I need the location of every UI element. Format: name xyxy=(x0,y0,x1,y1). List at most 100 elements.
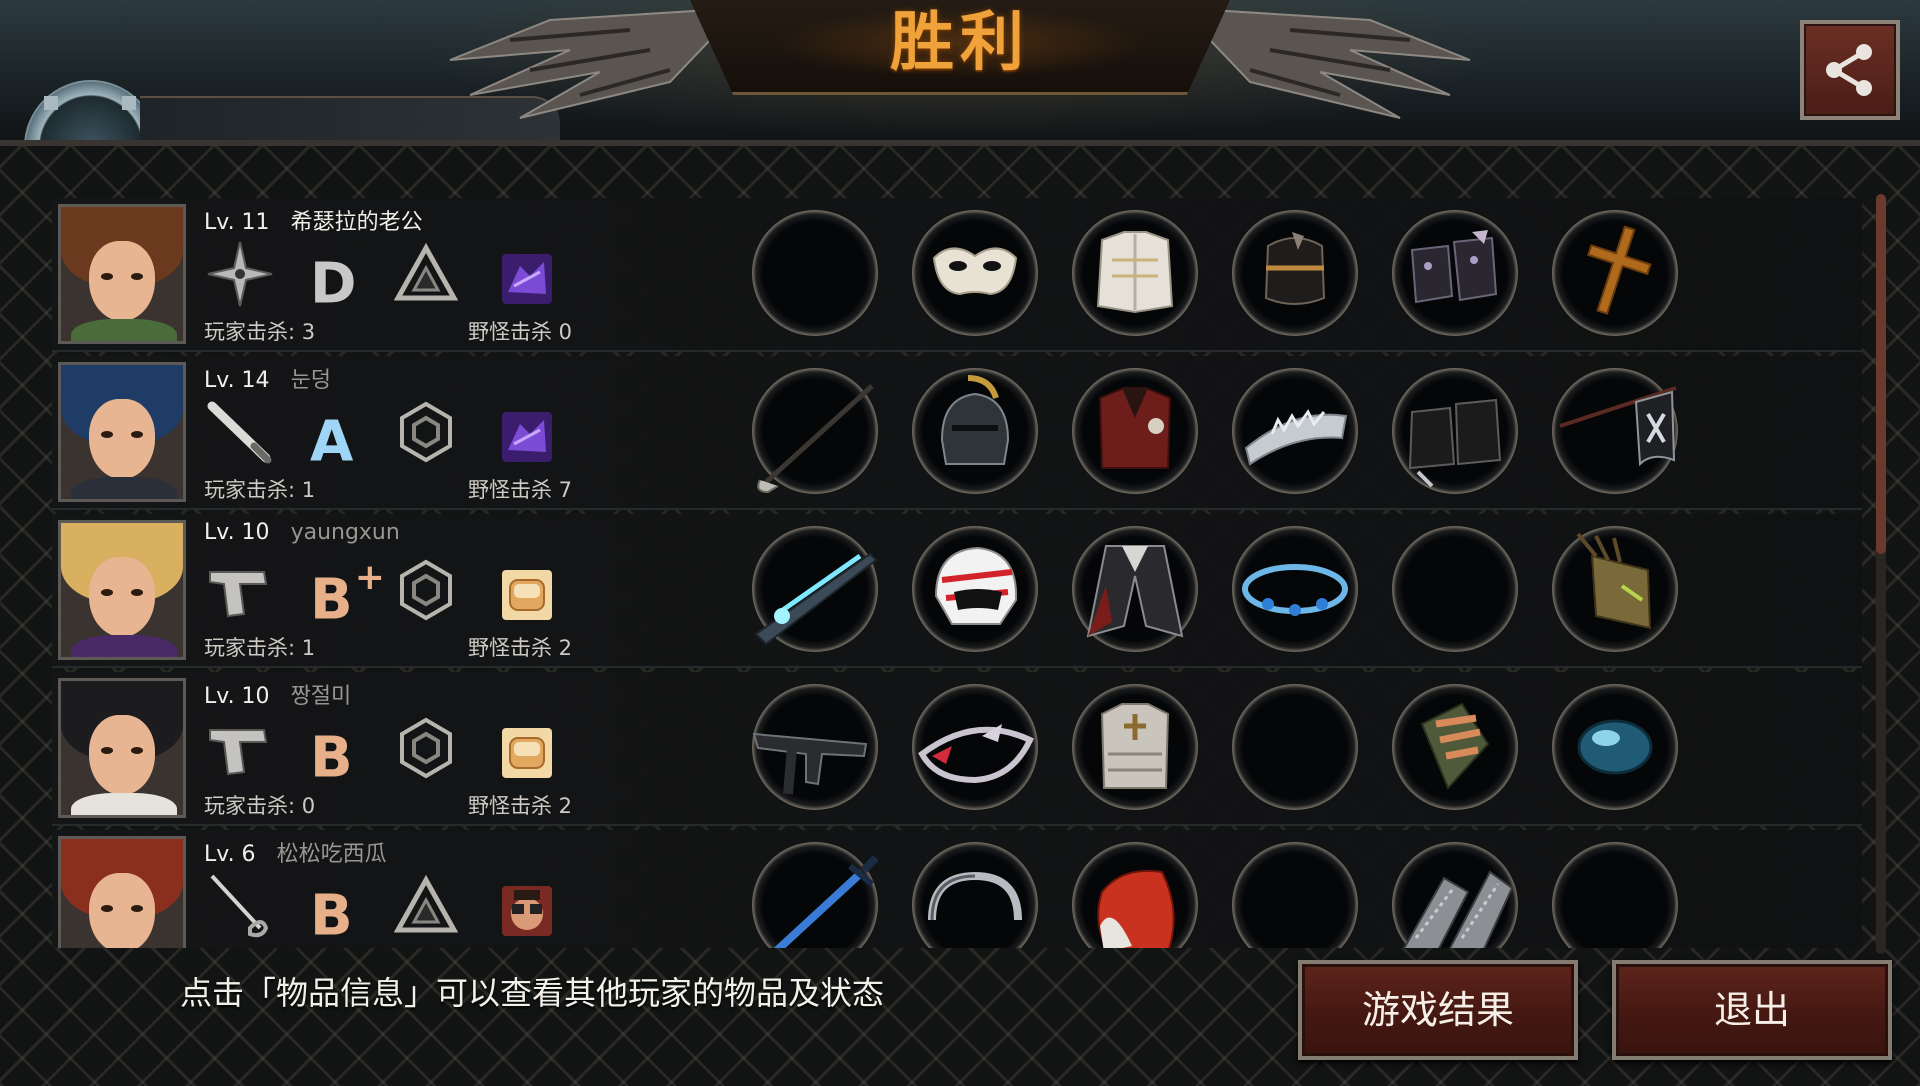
grade-letter: B xyxy=(310,725,353,791)
player-portrait[interactable] xyxy=(58,836,186,948)
player-header: Lv. 10 yaungxun xyxy=(204,520,400,545)
equipment-slot[interactable] xyxy=(1392,210,1518,336)
equipment-slot[interactable] xyxy=(1232,368,1358,494)
player-header: Lv. 10 짱절미 xyxy=(204,678,351,710)
share-button[interactable] xyxy=(1800,20,1900,120)
player-portrait[interactable] xyxy=(58,678,186,818)
equipment-slot[interactable] xyxy=(752,526,878,652)
black-flag-icon xyxy=(1559,386,1677,467)
equipment-slot[interactable] xyxy=(1232,526,1358,652)
equipment-slot[interactable] xyxy=(1392,842,1518,948)
player-kills: 玩家击杀: 3 xyxy=(204,320,316,344)
arrow-quiver-icon xyxy=(1576,532,1652,630)
equipment-slot[interactable] xyxy=(752,368,878,494)
player-grade: D xyxy=(310,240,358,317)
player-name: 希瑟拉的老公 xyxy=(290,210,423,235)
player-level: Lv. 14 xyxy=(204,368,270,393)
player-portrait[interactable] xyxy=(58,520,186,660)
equipment-slot[interactable] xyxy=(1552,210,1678,336)
portrait-face xyxy=(89,399,155,479)
player-level: Lv. 10 xyxy=(204,684,270,709)
portrait-eye xyxy=(131,589,143,596)
studded-boots-icon xyxy=(1410,230,1498,304)
player-header: Lv. 14 눈덩 xyxy=(204,362,331,394)
purple-beast-icon xyxy=(500,252,554,306)
portrait-face xyxy=(89,241,155,321)
portrait-eye xyxy=(101,905,113,912)
equipment-slot[interactable] xyxy=(752,842,878,948)
equipment-slot[interactable] xyxy=(1552,684,1678,810)
player-grade: A xyxy=(310,398,355,475)
exit-button[interactable]: 退出 xyxy=(1612,960,1892,1060)
portrait-eye xyxy=(101,431,113,438)
monster-kills: 野怪击杀 0 xyxy=(468,320,573,344)
equipment-slot[interactable] xyxy=(1552,368,1678,494)
player-level: Lv. 6 xyxy=(204,842,256,867)
equipment-slot[interactable] xyxy=(912,526,1038,652)
equipment-slot[interactable] xyxy=(1072,842,1198,948)
rapier-icon xyxy=(204,870,276,942)
equipment-slot[interactable] xyxy=(1392,684,1518,810)
equipment-slot[interactable] xyxy=(1552,842,1678,948)
equipment-slot[interactable] xyxy=(912,368,1038,494)
grade-letter: A xyxy=(310,409,354,475)
triangle-icon xyxy=(393,242,459,306)
player-kills: 玩家击杀: 0 xyxy=(204,794,316,818)
player-row-3[interactable]: Lv. 10 yaungxun B+ 玩家击杀: 1 野怪击杀 2 128 13… xyxy=(52,514,1862,668)
equipment-slot[interactable] xyxy=(752,210,878,336)
equipment-slot[interactable] xyxy=(1232,210,1358,336)
long-coat-icon xyxy=(1086,545,1184,638)
red-armor-icon xyxy=(1098,387,1172,469)
results-panel: Lv. 11 希瑟拉的老公 D 玩家击杀: 3 野怪击杀 0 21 152 xyxy=(0,140,1920,1086)
player-portrait[interactable] xyxy=(58,362,186,502)
equipment-slot[interactable] xyxy=(1552,526,1678,652)
equipment-slot[interactable] xyxy=(912,684,1038,810)
portrait-eye xyxy=(131,747,143,754)
portrait-face xyxy=(89,873,155,948)
player-row-2[interactable]: Lv. 14 눈덩 A 玩家击杀: 1 野怪击杀 7 156 223 xyxy=(52,356,1862,510)
portrait-eye xyxy=(101,747,113,754)
player-row-5[interactable]: Lv. 6 松松吃西瓜 B 99 54 xyxy=(52,830,1862,948)
share-icon xyxy=(1826,44,1872,96)
player-row-1[interactable]: Lv. 11 希瑟拉的老公 D 玩家击杀: 3 野怪击杀 0 21 152 xyxy=(52,198,1862,352)
equipment-slot[interactable] xyxy=(1072,526,1198,652)
player-row-4[interactable]: Lv. 10 짱절미 B 玩家击杀: 0 野怪击杀 2 94 172 xyxy=(52,672,1862,826)
equipment-slot[interactable] xyxy=(912,210,1038,336)
equipment-slot[interactable] xyxy=(1392,368,1518,494)
equipment-slot[interactable] xyxy=(1072,210,1198,336)
player-header: Lv. 11 希瑟拉的老公 xyxy=(204,204,423,236)
equipment-slot[interactable] xyxy=(1392,526,1518,652)
player-grade: B+ xyxy=(310,556,385,633)
player-portrait[interactable] xyxy=(58,204,186,344)
portrait-eye xyxy=(131,431,143,438)
triangle-icon xyxy=(393,874,459,938)
player-grade: B xyxy=(310,872,355,948)
purple-beast-icon xyxy=(500,410,554,464)
profile-badge[interactable] xyxy=(24,80,158,140)
knight-helmet-icon xyxy=(940,375,1010,465)
victory-title: 胜利 xyxy=(890,6,1030,80)
blue-gem-icon xyxy=(1577,719,1653,775)
golf-club-icon xyxy=(757,384,874,494)
equipment-slot[interactable] xyxy=(1072,684,1198,810)
player-name: 짱절미 xyxy=(290,684,352,709)
portrait-face xyxy=(89,715,155,795)
player-list[interactable]: Lv. 11 希瑟拉的老公 D 玩家击杀: 3 野怪击杀 0 21 152 xyxy=(52,198,1862,948)
white-jacket-icon xyxy=(1096,231,1174,314)
equipment-slot[interactable] xyxy=(1232,842,1358,948)
equipment-slot[interactable] xyxy=(912,842,1038,948)
monster-kills: 野怪击杀 2 xyxy=(468,636,573,660)
wooden-cross-icon xyxy=(1587,225,1652,315)
scrollbar-thumb[interactable] xyxy=(1876,194,1886,554)
hexagon-icon xyxy=(394,716,458,780)
black-armguard-icon xyxy=(1264,232,1326,305)
headband-icon xyxy=(928,871,1022,921)
badge-bolt xyxy=(44,96,58,110)
equipment-slot[interactable] xyxy=(1072,368,1198,494)
badge-bolt xyxy=(122,96,136,110)
bread-icon xyxy=(500,726,554,780)
equipment-slot[interactable] xyxy=(1232,684,1358,810)
equipment-slot[interactable] xyxy=(752,684,878,810)
game-results-button[interactable]: 游戏结果 xyxy=(1298,960,1578,1060)
portrait-eye xyxy=(131,273,143,280)
